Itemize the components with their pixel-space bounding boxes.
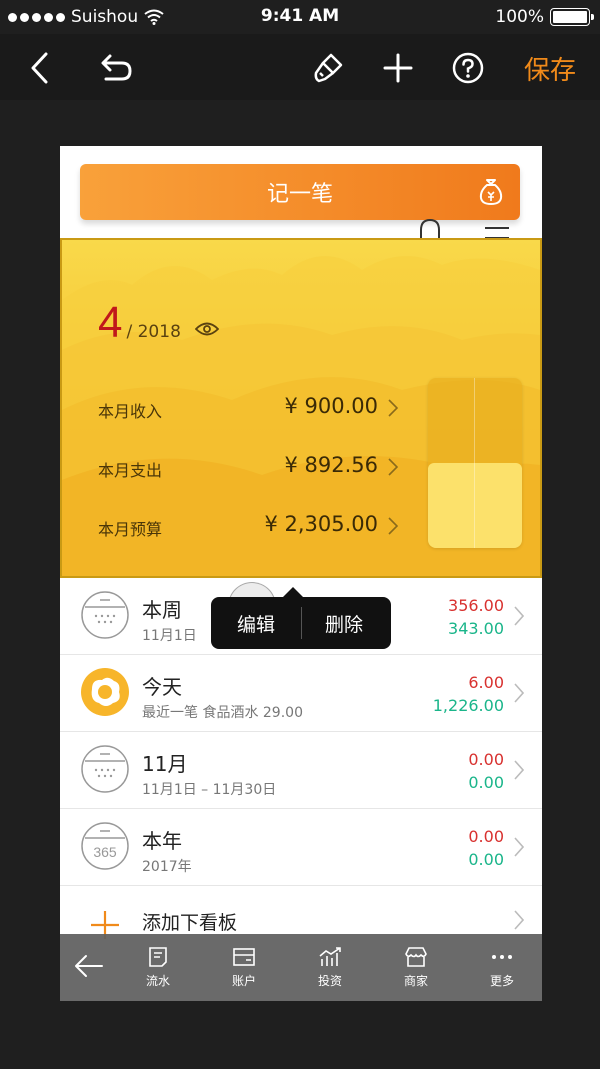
chevron-right-icon bbox=[388, 517, 398, 535]
calendar-365-icon: 365 bbox=[81, 822, 129, 870]
battery-icon bbox=[550, 8, 594, 26]
chart-icon bbox=[319, 947, 341, 966]
list-item-month[interactable]: 11月 11月1日 – 11月30日 0.00 0.00 bbox=[60, 732, 542, 809]
theme-button[interactable] bbox=[306, 46, 350, 90]
nav-item-more[interactable]: 更多 bbox=[472, 946, 532, 989]
card-icon bbox=[233, 948, 255, 966]
edit-menu-item[interactable]: 编辑 bbox=[237, 610, 275, 637]
list-item-subtitle: 最近一笔 食品酒水 29.00 bbox=[142, 705, 303, 721]
calendar-icon bbox=[81, 745, 129, 793]
help-button[interactable] bbox=[446, 46, 490, 90]
status-bar: Suishou 9:41 AM 100% bbox=[0, 0, 600, 34]
record-button-label: 记一笔 bbox=[266, 182, 333, 207]
list-item-today[interactable]: 今天 最近一笔 食品酒水 29.00 6.00 1,226.00 bbox=[60, 655, 542, 732]
nav-item-accounts[interactable]: 账户 bbox=[214, 946, 274, 989]
month-year: / 2018 bbox=[126, 322, 181, 342]
budget-value: ¥ 2,305.00 bbox=[264, 512, 378, 536]
income-row[interactable]: 本月收入 ¥ 900.00 bbox=[98, 394, 398, 424]
list-item-year[interactable]: 365 本年 2017年 0.00 0.00 bbox=[60, 809, 542, 886]
list-item-subtitle: 11月1日 – 11月30日 bbox=[142, 782, 277, 798]
budget-gauge-divider bbox=[474, 378, 475, 548]
list-item-subtitle: 11月1日 bbox=[142, 628, 197, 644]
income-label: 本月收入 bbox=[98, 402, 163, 421]
top-toolbar: 保存 bbox=[0, 34, 600, 100]
arrow-left-icon[interactable] bbox=[74, 954, 104, 978]
month-header: 4 / 2018 bbox=[98, 298, 219, 348]
calendar-icon bbox=[81, 591, 129, 639]
list-item-subtitle: 2017年 bbox=[142, 859, 192, 875]
money-bag-icon bbox=[479, 179, 503, 206]
nav-label: 流水 bbox=[145, 974, 170, 988]
bottom-nav: 流水 账户 投资 商家 更多 bbox=[60, 934, 542, 1001]
document-icon bbox=[149, 947, 167, 967]
budget-gauge-fill bbox=[428, 463, 522, 548]
budget-label: 本月预算 bbox=[98, 520, 163, 539]
add-button[interactable] bbox=[376, 46, 420, 90]
list-item-title: 本周 bbox=[142, 598, 182, 622]
undo-icon bbox=[101, 54, 132, 81]
menu-divider bbox=[301, 607, 302, 639]
record-button[interactable]: 记一笔 bbox=[80, 164, 520, 220]
expense-value: ¥ 892.56 bbox=[284, 453, 378, 477]
eye-icon[interactable] bbox=[194, 321, 219, 337]
income-value: ¥ 900.00 bbox=[284, 394, 378, 418]
add-board-label: 添加下看板 bbox=[142, 912, 238, 934]
expense-row[interactable]: 本月支出 ¥ 892.56 bbox=[98, 453, 398, 483]
chevron-right-icon bbox=[514, 606, 524, 626]
battery-percent: 100% bbox=[495, 7, 544, 27]
nav-label: 投资 bbox=[317, 974, 342, 988]
plus-icon bbox=[383, 53, 413, 83]
chevron-right-icon bbox=[388, 458, 398, 476]
chevron-right-icon bbox=[514, 683, 524, 703]
budget-row[interactable]: 本月预算 ¥ 2,305.00 bbox=[98, 512, 398, 542]
list-item-income: 0.00 bbox=[468, 750, 504, 769]
home-preview: 记一笔 4 / 2018 本月收入 ¥ 900.00 本月支出 ¥ 892.56… bbox=[60, 146, 542, 1001]
nav-label: 商家 bbox=[403, 974, 428, 988]
paint-brush-icon bbox=[314, 53, 343, 83]
calendar-365-text: 365 bbox=[93, 844, 117, 860]
question-circle-icon bbox=[452, 52, 484, 84]
nav-label: 账户 bbox=[231, 974, 256, 988]
list-item-expense: 0.00 bbox=[468, 850, 504, 869]
nav-item-flow[interactable]: 流水 bbox=[128, 946, 188, 989]
nav-label: 更多 bbox=[489, 974, 514, 988]
chevron-right-icon bbox=[514, 760, 524, 780]
month-number: 4 bbox=[98, 298, 123, 347]
delete-menu-item[interactable]: 删除 bbox=[325, 610, 363, 637]
chevron-right-icon bbox=[514, 837, 524, 857]
list-item-title: 11月 bbox=[142, 752, 188, 776]
list-item-expense: 0.00 bbox=[468, 773, 504, 792]
list-item-title: 本年 bbox=[142, 829, 182, 853]
nav-item-invest[interactable]: 投资 bbox=[300, 946, 360, 989]
list-item-title: 今天 bbox=[142, 675, 182, 699]
battery-group: 100% bbox=[495, 7, 594, 27]
nav-item-merchants[interactable]: 商家 bbox=[386, 946, 446, 989]
chevron-right-icon bbox=[388, 399, 398, 417]
list-item-expense: 343.00 bbox=[448, 619, 504, 638]
budget-gauge bbox=[428, 378, 522, 548]
back-button[interactable] bbox=[18, 46, 62, 90]
egg-icon bbox=[81, 668, 129, 716]
list-item-income: 6.00 bbox=[468, 673, 504, 692]
undo-button[interactable] bbox=[94, 46, 138, 90]
more-icon bbox=[492, 955, 512, 959]
chevron-right-icon bbox=[514, 910, 524, 930]
list-item-income: 356.00 bbox=[448, 596, 504, 615]
context-menu: 编辑 删除 bbox=[211, 587, 391, 649]
list-item-expense: 1,226.00 bbox=[432, 696, 504, 715]
expense-label: 本月支出 bbox=[98, 461, 163, 480]
store-icon bbox=[405, 947, 427, 967]
save-button[interactable]: 保存 bbox=[524, 50, 576, 87]
list-item-income: 0.00 bbox=[468, 827, 504, 846]
month-summary-card[interactable]: 4 / 2018 本月收入 ¥ 900.00 本月支出 ¥ 892.56 本月预… bbox=[60, 238, 542, 578]
chevron-left-icon bbox=[31, 52, 48, 84]
